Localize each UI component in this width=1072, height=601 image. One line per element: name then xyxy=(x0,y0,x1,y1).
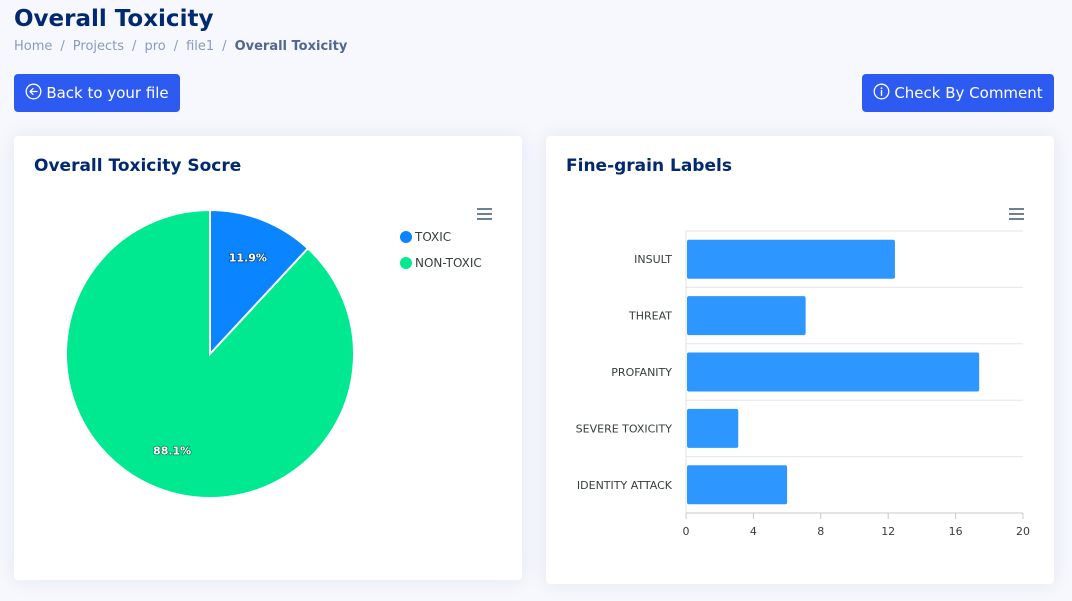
breadcrumb-separator: / xyxy=(222,39,227,54)
x-tick-label: 8 xyxy=(817,525,824,538)
toxicity-pie-chart: 11.9% 88.1% TOXIC NON-TOXIC xyxy=(65,206,494,499)
legend-marker[interactable] xyxy=(400,231,412,243)
breadcrumb-project[interactable]: pro xyxy=(144,39,165,54)
chart-menu-icon[interactable] xyxy=(474,206,494,222)
x-tick-label: 16 xyxy=(949,525,963,538)
breadcrumb: Home / Projects / pro / file1 / Overall … xyxy=(14,39,347,54)
pie-data-label: 11.9% xyxy=(229,251,267,264)
x-tick-label: 0 xyxy=(683,525,690,538)
pie-slice-non-toxic[interactable] xyxy=(65,208,355,499)
legend-label[interactable]: TOXIC xyxy=(414,230,451,244)
check-by-comment-label: Check By Comment xyxy=(894,84,1043,102)
bar-threat[interactable] xyxy=(687,296,806,336)
bar-identity-attack[interactable] xyxy=(687,465,788,505)
bar-insult[interactable] xyxy=(687,239,895,279)
breadcrumb-current: Overall Toxicity xyxy=(234,39,348,54)
check-by-comment-button[interactable]: Check By Comment xyxy=(862,74,1054,112)
x-tick-label: 4 xyxy=(750,525,757,538)
back-to-file-button[interactable]: Back to your file xyxy=(14,74,180,112)
breadcrumb-home[interactable]: Home xyxy=(14,39,52,54)
bar-profanity[interactable] xyxy=(687,352,980,392)
toxicity-score-card: Overall Toxicity Socre 11.9% 88.1% TOXIC NO… xyxy=(14,136,522,580)
chart-menu-icon[interactable] xyxy=(1006,206,1026,222)
arrow-left-circle-icon xyxy=(25,83,42,104)
fine-grain-labels-card: Fine-grain Labels INSULT THREAT PROFANITY S… xyxy=(546,136,1054,584)
bar-severe-toxicity[interactable] xyxy=(687,408,739,448)
back-to-file-label: Back to your file xyxy=(46,84,169,102)
x-tick-label: 20 xyxy=(1016,525,1030,538)
category-label: THREAT xyxy=(628,310,672,323)
category-label: SEVERE TOXICITY xyxy=(576,422,673,435)
breadcrumb-separator: / xyxy=(132,39,137,54)
legend-marker[interactable] xyxy=(400,257,412,269)
breadcrumb-projects[interactable]: Projects xyxy=(73,39,124,54)
category-label: IDENTITY ATTACK xyxy=(577,479,673,492)
breadcrumb-separator: / xyxy=(173,39,179,54)
fine-grain-bar-chart: INSULT THREAT PROFANITY SEVERE TOXICITY IDEN… xyxy=(576,206,1030,538)
legend-label[interactable]: NON-TOXIC xyxy=(415,256,482,270)
x-tick-label: 12 xyxy=(881,525,895,538)
breadcrumb-separator: / xyxy=(60,39,65,54)
category-label: INSULT xyxy=(634,253,672,266)
pie-data-label: 88.1% xyxy=(153,445,191,458)
info-circle-icon xyxy=(873,83,890,104)
category-label: PROFANITY xyxy=(611,366,672,379)
breadcrumb-file[interactable]: file1 xyxy=(186,39,214,54)
page-title: Overall Toxicity xyxy=(14,6,214,32)
